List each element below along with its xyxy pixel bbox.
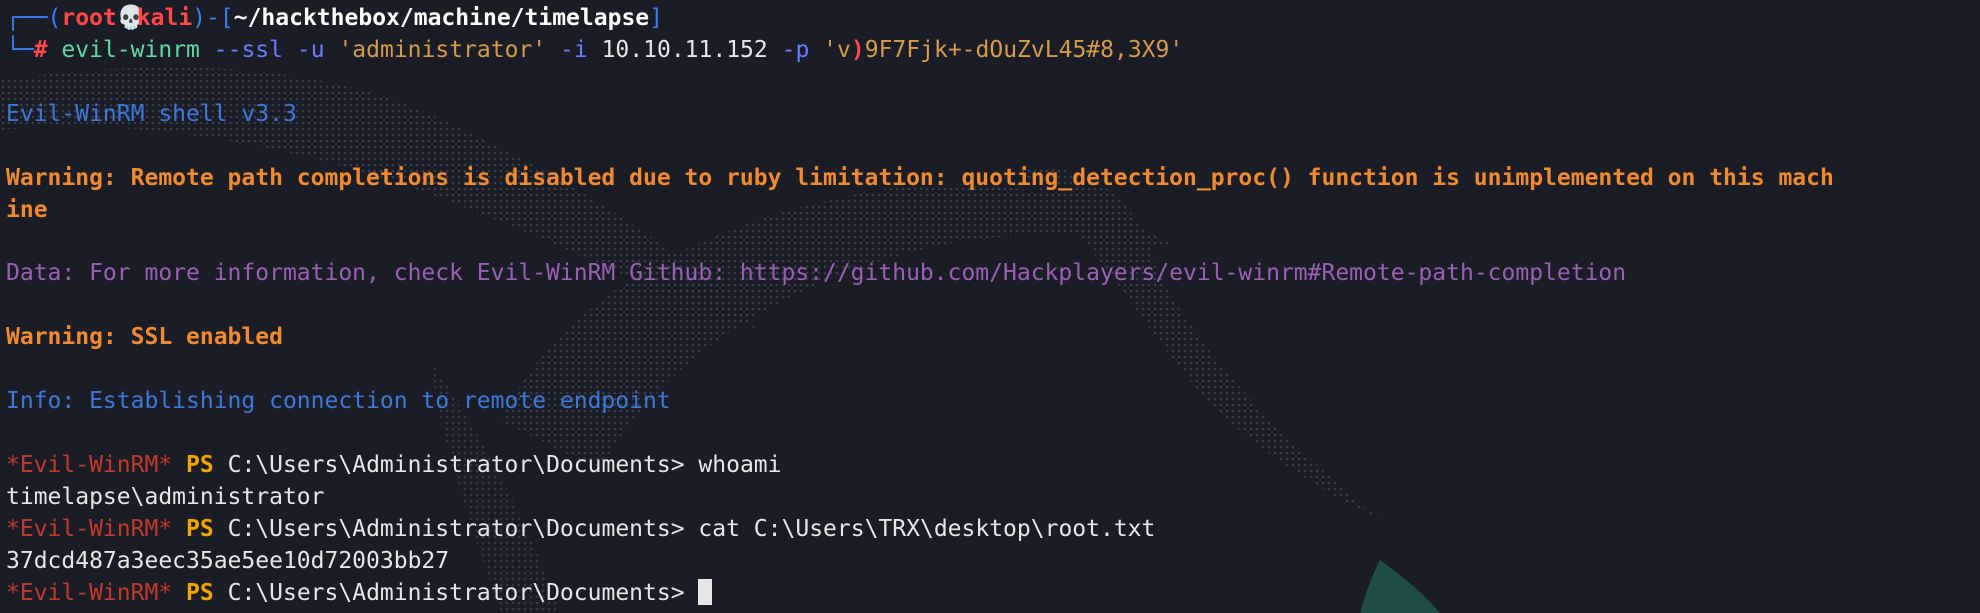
cwd-path: C:\Users\Administrator\Documents>: [227, 452, 685, 478]
warning-path-completion-wrap: ine: [6, 197, 48, 223]
ip-argument: 10.10.11.152: [601, 37, 768, 63]
ps-prompt-current[interactable]: *Evil-WinRM* PS C:\Users\Administrator\D…: [6, 578, 713, 608]
prompt-user: root: [61, 5, 117, 31]
ps-prompt-cat: *Evil-WinRM* PS C:\Users\Administrator\D…: [6, 514, 1155, 544]
shell-banner: Evil-WinRM shell v3.3: [6, 101, 297, 127]
info-connection: Info: Establishing connection to remote …: [6, 388, 671, 414]
ps-label: PS: [186, 580, 214, 606]
flag-password: -p: [781, 37, 810, 63]
ps-label: PS: [186, 452, 214, 478]
password-paren: ): [850, 37, 865, 63]
evil-prefix: *Evil-WinRM*: [6, 452, 173, 478]
password-quote: 'v: [823, 37, 851, 63]
prompt-corner: ┌──(: [6, 5, 62, 31]
flag-user: -u: [296, 37, 325, 63]
ps-label: PS: [186, 516, 214, 542]
root-flag-output: 37dcd487a3eec35ae5ee10d72003bb27: [6, 548, 450, 574]
command-program: evil-winrm: [61, 37, 200, 63]
text-cursor[interactable]: [698, 579, 713, 605]
prompt-header-line: ┌──(root💀kali)-[~/hackthebox/machine/tim…: [6, 3, 663, 33]
user-argument: 'administrator': [338, 37, 547, 63]
prompt-arrow: └─: [6, 37, 34, 63]
ps-prompt-whoami: *Evil-WinRM* PS C:\Users\Administrator\D…: [6, 450, 782, 480]
cwd-path: C:\Users\Administrator\Documents>: [227, 580, 685, 606]
command-line: └─# evil-winrm --ssl -u 'administrator' …: [6, 35, 1183, 65]
prompt-host: kali: [136, 5, 193, 31]
flag-ip: -i: [560, 37, 588, 63]
command-whoami: whoami: [698, 452, 782, 478]
evil-prefix: *Evil-WinRM*: [6, 580, 173, 606]
data-info-line: Data: For more information, check Evil-W…: [6, 260, 1627, 286]
evil-prefix: *Evil-WinRM*: [6, 516, 173, 542]
command-cat: cat C:\Users\TRX\desktop\root.txt: [698, 516, 1156, 542]
cwd-path: C:\Users\Administrator\Documents>: [227, 516, 685, 542]
whoami-output: timelapse\administrator: [6, 484, 325, 510]
warning-ssl: Warning: SSL enabled: [6, 324, 283, 350]
skull-icon: 💀: [116, 5, 146, 31]
prompt-close-bracket: ]: [649, 5, 663, 31]
prompt-separator: )-[: [192, 5, 234, 31]
terminal-output: ┌──(root💀kali)-[~/hackthebox/machine/tim…: [6, 0, 1980, 613]
terminal-window[interactable]: ┌──(root💀kali)-[~/hackthebox/machine/tim…: [0, 0, 1980, 613]
prompt-path: ~/hackthebox/machine/timelapse: [233, 5, 650, 31]
password-rest: 9F7Fjk+-dOuZvL45#8,3X9': [864, 37, 1184, 63]
warning-path-completion: Warning: Remote path completions is disa…: [6, 165, 1834, 191]
prompt-hash: #: [33, 37, 48, 63]
flag-ssl: --ssl: [213, 37, 284, 63]
